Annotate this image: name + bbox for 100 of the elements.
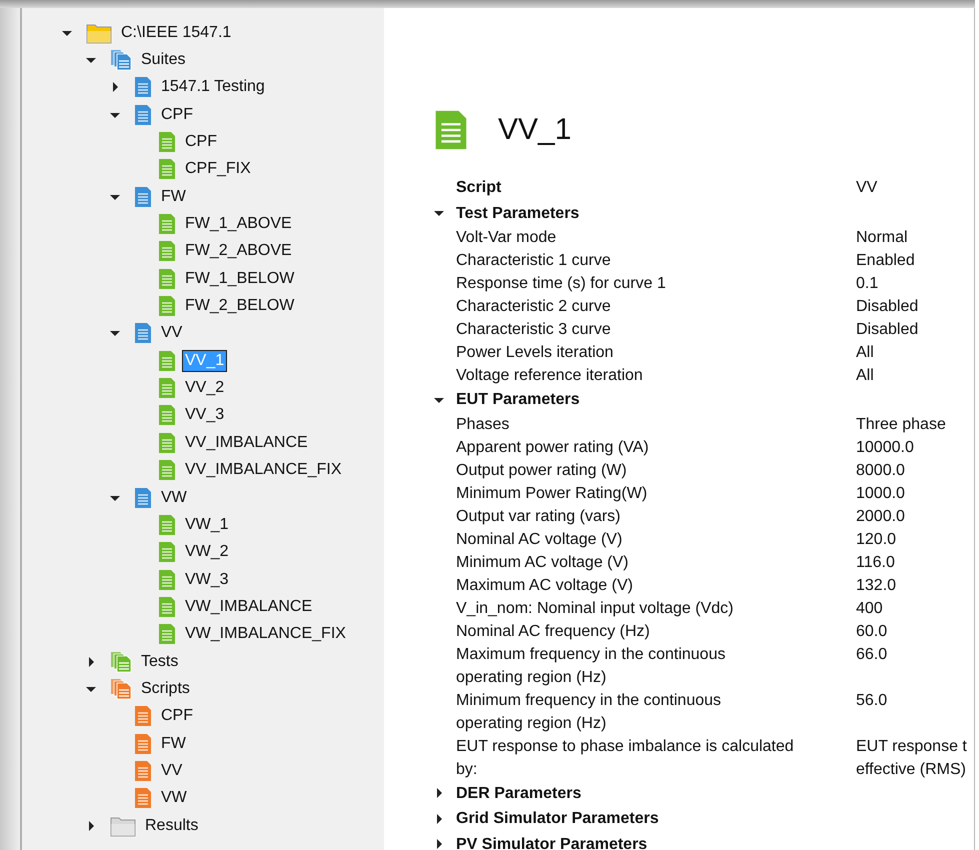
expand-arrow-icon[interactable] [434,839,444,849]
tree-item[interactable]: CPF_FIX [182,158,254,180]
expand-arrow-icon[interactable] [86,55,96,66]
document-icon [134,760,152,782]
tree-item[interactable]: VW_IMBALANCE [182,596,316,618]
property-value: 56.0 [856,690,888,710]
property-label: Power Levels iteration [456,343,614,363]
tree-item[interactable]: C:\IEEE 1547.1 [118,22,234,44]
property-label: Maximum AC voltage (V) [456,576,634,596]
tree-item[interactable]: CPF [158,705,196,728]
property-value: 66.0 [856,644,888,664]
tree-item[interactable]: VW_1 [182,514,232,536]
tree-item[interactable]: 1547.1 Testing [158,76,268,98]
document-icon [158,131,176,154]
document-icon [134,322,152,344]
tree-item[interactable]: VV_IMBALANCE_FIX [182,459,344,482]
document-icon [158,541,176,564]
document-icon [158,268,176,290]
document-icon [158,459,176,482]
property-label: V_in_nom: Nominal input voltage (Vdc) [456,598,734,618]
document-icon [134,787,152,810]
property-label: EUT response to phase imbalance is calculated by: [456,736,795,780]
property-label: Minimum Power Rating(W) [456,484,648,504]
detail-title: VV_1 [498,113,572,147]
property-value: 132.0 [856,576,898,596]
property-value: Normal [856,228,909,248]
document-icon [134,486,152,509]
expand-arrow-icon[interactable] [110,328,120,338]
property-label: Apparent power rating (VA) [456,438,650,458]
tree-item[interactable]: Tests [138,650,182,673]
expand-arrow-icon[interactable] [86,820,96,831]
tree-item[interactable]: CPF [158,104,196,126]
expand-arrow-icon[interactable] [110,82,120,92]
property-value: 60.0 [856,622,888,642]
expand-arrow-icon[interactable] [86,656,96,667]
tree-item[interactable]: FW_2_BELOW [182,295,298,318]
property-label: Characteristic 2 curve [456,297,612,317]
property-value: VV [856,178,878,198]
property-value: 120.0 [856,530,898,550]
property-label: Minimum frequency in the continuous operating region (Hz) [456,690,722,734]
document-stack-icon [110,678,132,700]
folder-icon [110,814,136,837]
tree-item[interactable]: FW_2_ABOVE [182,240,295,262]
document-icon [158,240,176,262]
section-header[interactable]: DER Parameters [456,780,856,806]
section-header[interactable]: PV Simulator Parameters [456,832,856,850]
property-value: Disabled [856,320,920,340]
property-label: Response time (s) for curve 1 [456,274,667,294]
property-value: 116.0 [856,552,896,572]
expand-arrow-icon[interactable] [434,814,444,824]
document-icon [158,295,176,318]
document-icon [158,213,176,236]
property-label: Characteristic 3 curve [456,320,612,340]
section-header[interactable]: EUT Parameters [456,387,856,412]
tree-item[interactable]: VW_3 [182,568,232,591]
document-icon [158,596,176,618]
document-icon [158,568,176,591]
document-stack-icon [110,49,132,72]
tree-item[interactable]: Scripts [138,678,193,700]
property-value: All [856,366,875,386]
tree-item[interactable]: VV_2 [182,377,228,400]
tree-item[interactable]: VW_IMBALANCE_FIX [182,623,349,646]
tree-item[interactable]: Suites [138,49,188,72]
property-value: 8000.0 [856,460,906,480]
property-value: Enabled [856,251,916,271]
property-value: Three phase [856,414,947,434]
property-label: Maximum frequency in the continuous operating region (Hz) [456,644,726,688]
section-header[interactable]: Test Parameters [456,200,856,226]
tree-item[interactable]: VV [158,322,186,344]
tree-item[interactable]: VW_2 [182,541,232,564]
expand-arrow-icon[interactable] [434,208,444,218]
document-icon [158,377,176,400]
property-value: 1000.0 [856,484,906,504]
tree-item[interactable]: VV [158,760,186,782]
folder-icon [86,22,112,44]
tree-item[interactable]: FW_1_BELOW [182,268,298,290]
document-icon [158,623,176,646]
tree-item[interactable]: VW [158,787,190,810]
document-icon [158,350,176,372]
property-value: 400 [856,598,884,618]
property-label: Nominal AC voltage (V) [456,530,624,550]
tree-item[interactable]: FW [158,732,189,755]
tree-item[interactable]: VW [158,486,190,509]
document-stack-icon [110,650,132,673]
property-value: 0.1 [856,274,880,294]
property-value: All [856,343,875,363]
property-value: 2000.0 [856,506,906,526]
property-label: Output var rating (vars) [456,506,622,526]
property-label: Phases [456,414,510,434]
document-icon [134,76,152,98]
document-icon [158,432,176,454]
tree-item[interactable]: FW [158,186,189,208]
tree-item[interactable]: CPF [182,131,220,154]
tree-item[interactable]: VV_IMBALANCE [182,432,311,454]
expand-arrow-icon[interactable] [434,788,444,798]
tree-item[interactable]: Results [142,814,202,837]
tree-item[interactable]: VV_3 [182,404,228,426]
section-header[interactable]: Grid Simulator Parameters [456,806,856,832]
property-label: Voltage reference iteration [456,366,644,386]
tree-item[interactable]: FW_1_ABOVE [182,213,295,236]
